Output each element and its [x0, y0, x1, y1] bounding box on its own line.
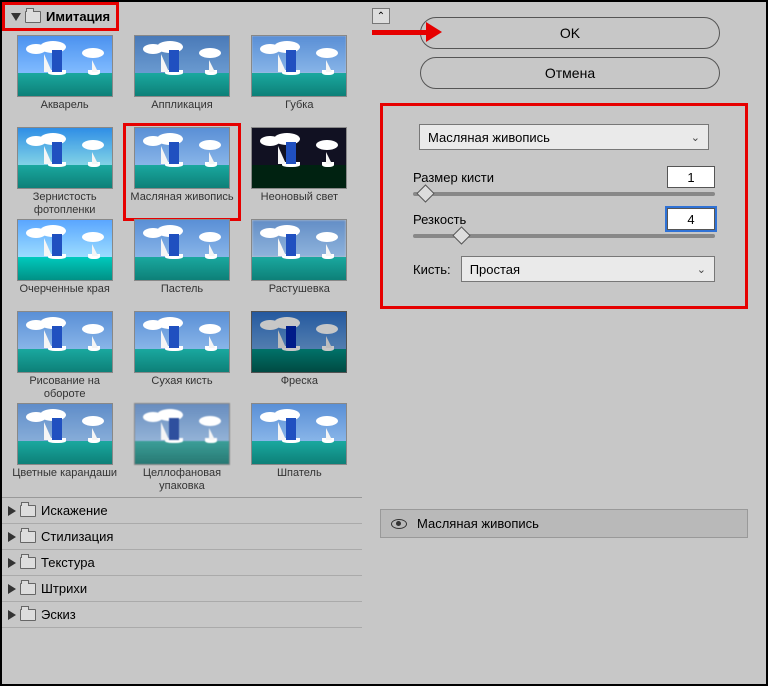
category-label: Штрихи: [41, 581, 87, 596]
sharpness-input[interactable]: [667, 208, 715, 230]
filter-thumb-6[interactable]: Очерченные края: [10, 219, 119, 309]
brush-size-input[interactable]: [667, 166, 715, 188]
filter-thumb-3[interactable]: Зернистость фотопленки: [10, 127, 119, 217]
filter-thumb-0[interactable]: Акварель: [10, 35, 119, 125]
filter-thumb-1[interactable]: Аппликация: [127, 35, 236, 125]
chevron-right-icon: [8, 558, 16, 568]
sharpness-slider[interactable]: [413, 234, 715, 238]
cancel-button[interactable]: Отмена: [420, 57, 720, 89]
red-arrow-annotation: [372, 22, 442, 42]
folder-icon: [20, 531, 36, 543]
filter-thumb-2[interactable]: Губка: [245, 35, 354, 125]
filter-thumb-label: Неоновый свет: [261, 191, 338, 217]
filter-thumb-13[interactable]: Целлофановая упаковка: [127, 403, 236, 493]
category-label: Текстура: [41, 555, 95, 570]
sharpness-label: Резкость: [413, 212, 466, 227]
filter-thumb-label: Цветные карандаши: [12, 467, 117, 493]
filter-thumb-label: Масляная живопись: [130, 191, 233, 217]
filter-thumb-label: Сухая кисть: [151, 375, 212, 401]
filter-thumb-label: Шпатель: [277, 467, 322, 493]
effect-layer-name: Масляная живопись: [417, 516, 539, 531]
filter-select-value: Масляная живопись: [428, 130, 550, 145]
visibility-eye-icon[interactable]: [391, 519, 407, 529]
collapsed-categories: Искажение Стилизация Текстура Штрихи Эск…: [2, 497, 362, 628]
filter-thumb-label: Губка: [285, 99, 313, 125]
filter-thumb-12[interactable]: Цветные карандаши: [10, 403, 119, 493]
filter-thumb-label: Рисование на обороте: [10, 375, 119, 401]
folder-icon: [20, 505, 36, 517]
chevron-right-icon: [8, 584, 16, 594]
filter-thumb-label: Аппликация: [151, 99, 212, 125]
filter-thumb-label: Пастель: [161, 283, 203, 309]
category-header-collapsed-0[interactable]: Искажение: [2, 498, 362, 524]
filter-thumb-7[interactable]: Пастель: [127, 219, 236, 309]
effect-layers-panel: Масляная живопись: [380, 509, 748, 538]
brush-type-value: Простая: [470, 262, 520, 277]
folder-icon: [20, 583, 36, 595]
chevron-right-icon: [8, 532, 16, 542]
filter-thumb-11[interactable]: Фреска: [245, 311, 354, 401]
brush-size-slider[interactable]: [413, 192, 715, 196]
filter-settings-box: Масляная живопись ⌄ Размер кисти Резкост…: [380, 103, 748, 309]
brush-type-select[interactable]: Простая ⌄: [461, 256, 715, 282]
category-header-imitation[interactable]: Имитация: [2, 2, 119, 31]
filter-select-dropdown[interactable]: Масляная живопись ⌄: [419, 124, 709, 150]
filter-thumb-label: Зернистость фотопленки: [10, 191, 119, 217]
filter-gallery-panel: Имитация Акварель Аппликация Губка: [2, 2, 362, 684]
filter-thumb-5[interactable]: Неоновый свет: [245, 127, 354, 217]
filter-thumb-label: Целлофановая упаковка: [127, 467, 236, 493]
category-header-collapsed-4[interactable]: Эскиз: [2, 602, 362, 628]
category-label: Стилизация: [41, 529, 113, 544]
folder-icon: [20, 557, 36, 569]
filter-thumb-10[interactable]: Сухая кисть: [127, 311, 236, 401]
filter-thumb-9[interactable]: Рисование на обороте: [10, 311, 119, 401]
filter-thumb-14[interactable]: Шпатель: [245, 403, 354, 493]
folder-icon: [20, 609, 36, 621]
filter-settings-panel: ⌃ OK Отмена Масляная живопись ⌄ Размер к…: [362, 2, 766, 684]
category-label: Имитация: [46, 9, 110, 24]
category-label: Искажение: [41, 503, 108, 518]
effect-layer-row[interactable]: Масляная живопись: [381, 510, 747, 537]
filter-thumb-label: Фреска: [281, 375, 318, 401]
brush-type-label: Кисть:: [413, 262, 451, 277]
ok-button[interactable]: OK: [420, 17, 720, 49]
filter-thumb-4[interactable]: Масляная живопись: [127, 127, 236, 217]
chevron-right-icon: [8, 610, 16, 620]
chevron-right-icon: [8, 506, 16, 516]
folder-icon: [25, 11, 41, 23]
category-label: Эскиз: [41, 607, 76, 622]
filter-thumb-label: Очерченные края: [19, 283, 109, 309]
chevron-down-icon: ⌄: [697, 263, 706, 276]
chevron-down-icon: ⌄: [691, 131, 700, 144]
filter-thumb-8[interactable]: Растушевка: [245, 219, 354, 309]
chevron-down-icon: [11, 13, 21, 21]
brush-size-label: Размер кисти: [413, 170, 494, 185]
filter-thumb-label: Акварель: [41, 99, 89, 125]
filter-thumb-label: Растушевка: [269, 283, 330, 309]
category-header-collapsed-2[interactable]: Текстура: [2, 550, 362, 576]
category-header-collapsed-1[interactable]: Стилизация: [2, 524, 362, 550]
filter-thumbnails-grid: Акварель Аппликация Губка Зернистость фо…: [2, 31, 362, 497]
category-header-collapsed-3[interactable]: Штрихи: [2, 576, 362, 602]
